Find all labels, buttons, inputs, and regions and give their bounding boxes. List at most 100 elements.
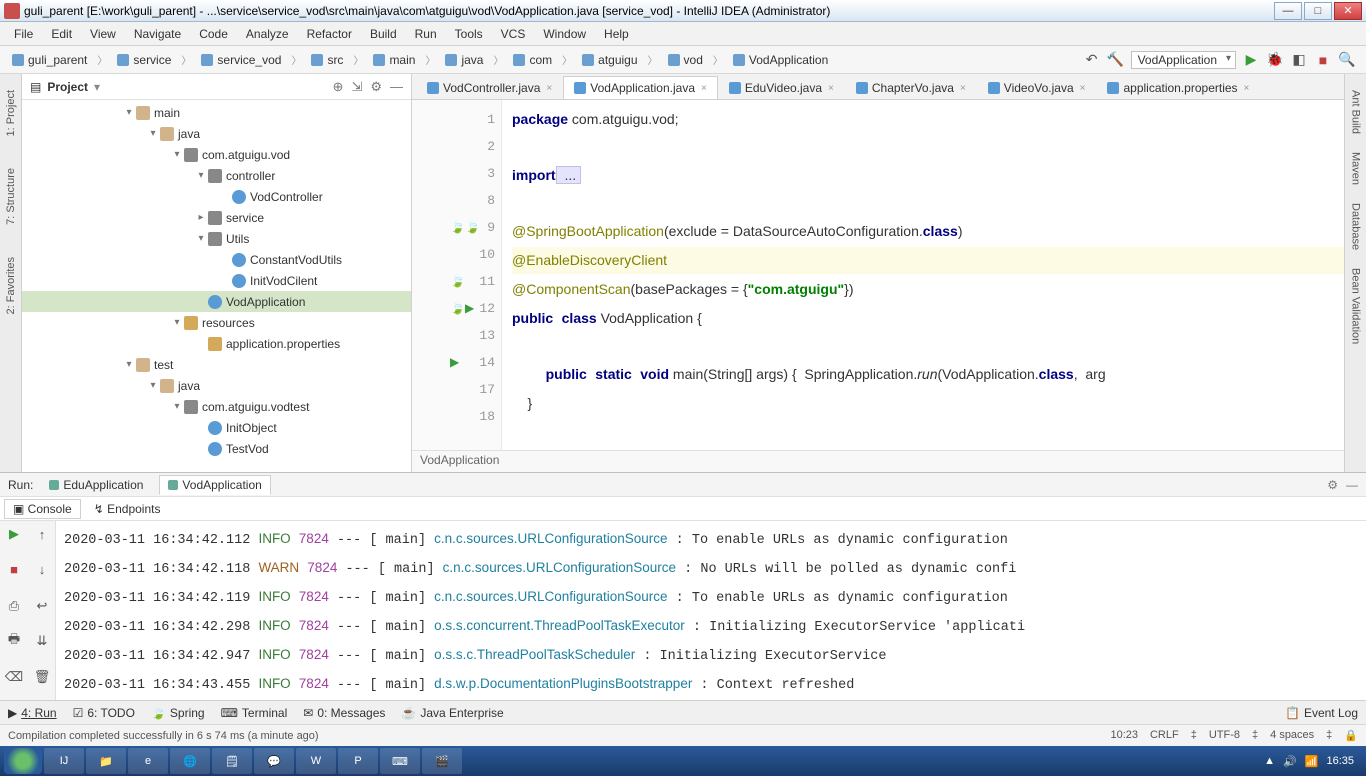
debug-icon[interactable]: 🐞 (1266, 51, 1284, 69)
menu-view[interactable]: View (82, 25, 124, 43)
maximize-button[interactable]: □ (1304, 2, 1332, 20)
search-icon[interactable]: 🔍 (1338, 51, 1356, 69)
menu-help[interactable]: Help (596, 25, 637, 43)
run-config-combo[interactable]: VodApplication (1131, 51, 1236, 69)
menu-tools[interactable]: Tools (447, 25, 491, 43)
console-tab[interactable]: ▣ Console (4, 499, 81, 519)
task-item[interactable]: 🗒 (212, 748, 252, 774)
lock-icon[interactable]: 🔒 (1344, 729, 1358, 742)
terminal-tab[interactable]: ⌨ Terminal (221, 706, 288, 720)
editor-tab[interactable]: VideoVo.java× (977, 76, 1097, 99)
target-icon[interactable]: ⊕ (333, 79, 344, 95)
task-item[interactable]: e (128, 748, 168, 774)
crumb[interactable]: service_vod (195, 51, 287, 69)
encoding[interactable]: UTF-8 (1209, 729, 1240, 742)
crumb[interactable]: com (507, 51, 558, 69)
system-tray[interactable]: ▲ 🔊 📶 16:35 (1264, 755, 1362, 768)
trash-icon[interactable]: 🗑 (28, 664, 56, 690)
task-item[interactable]: W (296, 748, 336, 774)
endpoints-tab[interactable]: ↯ Endpoints (85, 499, 170, 519)
start-button[interactable] (4, 748, 42, 774)
print-icon[interactable]: 🖶 (0, 628, 28, 654)
menu-edit[interactable]: Edit (43, 25, 80, 43)
editor-tab[interactable]: ChapterVo.java× (845, 76, 977, 99)
tree-node[interactable]: ▾main (22, 102, 411, 123)
tree-node[interactable]: application.properties (22, 333, 411, 354)
minimize-button[interactable]: — (1274, 2, 1302, 20)
line-sep[interactable]: CRLF (1150, 729, 1179, 742)
hide-icon[interactable]: — (390, 79, 403, 95)
todo-tab[interactable]: ☑ 6: TODO (73, 706, 135, 720)
crumb[interactable]: vod (662, 51, 709, 69)
gear-icon[interactable]: ⚙ (370, 79, 382, 95)
menu-vcs[interactable]: VCS (493, 25, 534, 43)
stop-icon[interactable]: ■ (1314, 51, 1332, 69)
editor-tab[interactable]: application.properties× (1096, 76, 1260, 99)
event-log-tab[interactable]: 📋 Event Log (1285, 706, 1358, 720)
scroll-icon[interactable]: ⇊ (28, 628, 56, 654)
tree-node[interactable]: ▾Utils (22, 228, 411, 249)
crumb[interactable]: atguigu (576, 51, 643, 69)
run-tab[interactable]: ▶ 4: Run (8, 706, 57, 720)
crumb-root[interactable]: guli_parent (6, 51, 93, 69)
clock[interactable]: 16:35 (1326, 755, 1354, 767)
clear-icon[interactable]: ⌫ (0, 664, 28, 690)
tree-node[interactable]: TestVod (22, 438, 411, 459)
caret-pos[interactable]: 10:23 (1110, 729, 1138, 742)
console-output[interactable]: 2020-03-11 16:34:42.112 INFO 7824 --- [ … (56, 521, 1366, 700)
tool-ant[interactable]: Ant Build (1348, 84, 1364, 140)
task-item[interactable]: 🎬 (422, 748, 462, 774)
editor-breadcrumb[interactable]: VodApplication (412, 450, 1344, 472)
menu-code[interactable]: Code (191, 25, 236, 43)
tree-node[interactable]: ▾resources (22, 312, 411, 333)
attach-icon[interactable]: ⎙ (0, 593, 28, 619)
tree-node[interactable]: VodApplication (22, 291, 411, 312)
tree-node[interactable]: InitObject (22, 417, 411, 438)
hide-icon[interactable]: — (1346, 478, 1358, 492)
run-icon[interactable]: ▶ (1242, 51, 1260, 69)
spring-tab[interactable]: 🍃 Spring (151, 706, 205, 720)
crumb[interactable]: src (305, 51, 349, 69)
java-ee-tab[interactable]: ☕ Java Enterprise (401, 706, 503, 720)
tree-node[interactable]: VodController (22, 186, 411, 207)
collapse-icon[interactable]: ⇲ (351, 79, 362, 95)
task-item[interactable]: 💬 (254, 748, 294, 774)
tool-database[interactable]: Database (1348, 197, 1364, 256)
menu-window[interactable]: Window (535, 25, 594, 43)
run-config-edu[interactable]: EduApplication (41, 476, 151, 494)
run-config-vod[interactable]: VodApplication (159, 475, 270, 495)
task-item[interactable]: 🌐 (170, 748, 210, 774)
project-tree[interactable]: ▾main▾java▾com.atguigu.vod▾controllerVod… (22, 100, 411, 472)
code-editor[interactable]: package com.atguigu.vod; import ... @Spr… (502, 100, 1344, 450)
up-icon[interactable]: ↑ (28, 521, 56, 547)
tree-node[interactable]: InitVodCilent (22, 270, 411, 291)
tree-node[interactable]: ConstantVodUtils (22, 249, 411, 270)
indent[interactable]: 4 spaces (1270, 729, 1314, 742)
task-item[interactable]: IJ (44, 748, 84, 774)
tree-node[interactable]: ▾com.atguigu.vodtest (22, 396, 411, 417)
tree-node[interactable]: ▾com.atguigu.vod (22, 144, 411, 165)
build-icon[interactable]: 🔨 (1107, 51, 1125, 69)
editor-tab[interactable]: VodApplication.java× (563, 76, 718, 99)
menu-refactor[interactable]: Refactor (299, 25, 360, 43)
rerun-icon[interactable]: ▶ (0, 521, 28, 547)
task-item[interactable]: P (338, 748, 378, 774)
tool-bean[interactable]: Bean Validation (1348, 262, 1364, 350)
tree-node[interactable]: ▸service (22, 207, 411, 228)
tool-favorites[interactable]: 2: Favorites (3, 251, 19, 320)
down-icon[interactable]: ↓ (28, 557, 56, 583)
tray-icon[interactable]: ▲ (1264, 755, 1275, 767)
tree-node[interactable]: ▾java (22, 123, 411, 144)
tree-node[interactable]: ▾test (22, 354, 411, 375)
tool-maven[interactable]: Maven (1348, 146, 1364, 191)
tray-icon[interactable]: 🔊 (1283, 755, 1297, 768)
task-item[interactable]: ⌨ (380, 748, 420, 774)
gear-icon[interactable]: ⚙ (1327, 478, 1338, 492)
tool-project[interactable]: 1: Project (3, 84, 19, 142)
back-icon[interactable]: ↶ (1083, 51, 1101, 69)
crumb-file[interactable]: VodApplication (727, 51, 834, 69)
tool-structure[interactable]: 7: Structure (3, 162, 19, 231)
task-item[interactable]: 📁 (86, 748, 126, 774)
messages-tab[interactable]: ✉ 0: Messages (303, 706, 385, 720)
tree-node[interactable]: ▾java (22, 375, 411, 396)
